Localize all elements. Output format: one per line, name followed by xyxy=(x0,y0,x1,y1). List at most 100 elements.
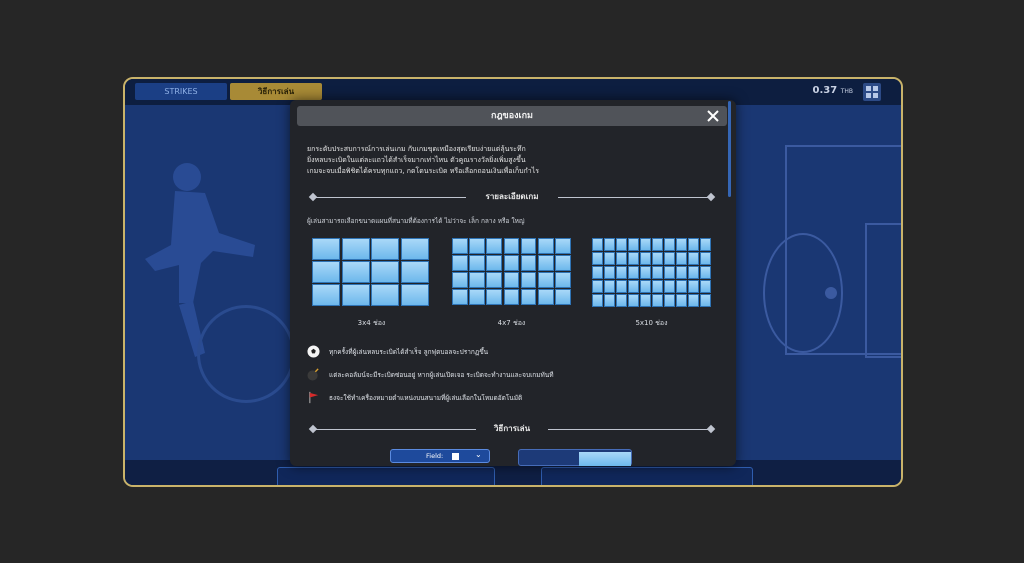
intro-line: เกมจะจบเมื่อพิชิตได้ครบทุกแถว, กดโดนระเบ… xyxy=(307,167,539,175)
grid-cell xyxy=(537,272,554,288)
grid-preview-4x7 xyxy=(452,238,571,305)
grid-cell xyxy=(664,238,675,251)
grid-cell xyxy=(486,255,503,271)
tab-strikes[interactable]: STRIKES xyxy=(135,83,227,100)
grid-cell xyxy=(652,238,663,251)
grid-cell xyxy=(628,252,639,265)
grid-cell xyxy=(520,272,537,288)
grid-cell xyxy=(486,272,503,288)
grid-cell xyxy=(628,266,639,279)
grid-cell xyxy=(688,294,699,307)
grid-cell xyxy=(452,289,468,305)
grid-cell xyxy=(640,280,651,293)
grid-cell xyxy=(452,255,468,271)
grid-cell xyxy=(486,289,503,305)
grid-cell xyxy=(616,280,627,293)
grid-caption: 3x4 ช่อง xyxy=(357,319,386,327)
grid-cell xyxy=(604,238,615,251)
details-subtitle: ผู้เล่นสามารถเลือกขนาดแผนที่สนามที่ต้องก… xyxy=(307,217,525,225)
grid-cell xyxy=(676,266,687,279)
grid-menu-icon-cell xyxy=(873,93,878,98)
grid-cell xyxy=(676,252,687,265)
modal-scrollbar[interactable] xyxy=(728,101,731,197)
grid-cell xyxy=(616,252,627,265)
grid-cell xyxy=(604,252,615,265)
grid-option-large xyxy=(592,238,711,307)
grid-cell xyxy=(537,238,554,254)
grid-cell xyxy=(312,284,340,306)
divider xyxy=(548,429,708,430)
intro-line: ยกระดับประสบการณ์การเล่นเกม กับเกมขุดเหม… xyxy=(307,145,526,153)
grid-cell xyxy=(664,294,675,307)
grid-cell xyxy=(371,261,399,283)
grid-cell xyxy=(341,238,370,260)
grid-caption: 4x7 ช่อง xyxy=(497,319,526,327)
grid-cell xyxy=(520,255,537,271)
legend-text: ทุกครั้งที่ผู้เล่นหลบระเบิดได้สำเร็จ ลูก… xyxy=(329,348,489,356)
grid-cell xyxy=(700,252,711,265)
grid-cell xyxy=(652,266,663,279)
tab-how-to-play[interactable]: วิธีการเล่น xyxy=(230,83,322,100)
grid-cell xyxy=(676,294,687,307)
grid-cell xyxy=(452,238,468,254)
grid-cell xyxy=(652,252,663,265)
grid-cell xyxy=(312,261,340,283)
grid-cell xyxy=(676,280,687,293)
grid-cell xyxy=(469,289,485,305)
grid-cell xyxy=(652,294,663,307)
field-penalty-spot xyxy=(825,287,837,299)
grid-cell xyxy=(592,280,603,293)
chevron-down-icon: ⌄ xyxy=(475,450,482,459)
bet-panel-right[interactable] xyxy=(541,467,753,485)
grid-cell xyxy=(592,266,603,279)
grid-preview-5x10 xyxy=(592,238,711,307)
grid-cell xyxy=(520,289,537,305)
grid-cell xyxy=(312,238,340,260)
balance-display: 0.37 THB xyxy=(813,85,853,96)
grid-cell xyxy=(628,280,639,293)
grid-cell xyxy=(555,272,571,288)
grid-cell xyxy=(652,280,663,293)
grid-cell xyxy=(469,238,485,254)
grid-cell xyxy=(688,252,699,265)
grid-cell xyxy=(555,255,571,271)
grid-cell xyxy=(604,294,615,307)
grid-cell xyxy=(341,261,370,283)
grid-cell xyxy=(616,266,627,279)
board-preview-cells xyxy=(579,452,631,466)
grid-menu-icon-cell xyxy=(866,93,871,98)
divider xyxy=(558,197,708,198)
field-size-swatch xyxy=(452,453,459,460)
grid-caption: 5x10 ช่อง xyxy=(635,319,668,327)
grid-cell xyxy=(628,238,639,251)
intro-line: ยิ่งหลบระเบิดในแต่ละแถวได้สำเร็จมากเท่าไ… xyxy=(307,156,526,164)
grid-option-small xyxy=(312,238,429,306)
bet-panel-left[interactable] xyxy=(277,467,495,485)
grid-cell xyxy=(604,280,615,293)
grid-cell xyxy=(616,294,627,307)
grid-cell xyxy=(688,238,699,251)
close-icon[interactable] xyxy=(705,108,721,124)
field-goal-box xyxy=(865,223,901,358)
grid-cell xyxy=(503,289,520,305)
board-preview xyxy=(518,449,632,466)
grid-cell xyxy=(640,294,651,307)
legend-text: แต่ละคอลัมน์จะมีระเบิดซ่อนอยู่ หากผู้เล่… xyxy=(329,371,554,379)
grid-menu-button[interactable] xyxy=(863,83,881,101)
grid-cell xyxy=(400,261,429,283)
grid-cell xyxy=(700,294,711,307)
grid-cell xyxy=(700,280,711,293)
bomb-icon xyxy=(307,368,319,381)
grid-cell xyxy=(503,238,520,254)
grid-cell xyxy=(616,238,627,251)
grid-cell xyxy=(688,266,699,279)
grid-cell xyxy=(400,284,429,306)
grid-cell xyxy=(628,294,639,307)
grid-cell xyxy=(503,255,520,271)
grid-cell xyxy=(592,238,603,251)
grid-cell xyxy=(371,238,399,260)
grid-cell xyxy=(604,266,615,279)
intro-text: ยกระดับประสบการณ์การเล่นเกม กับเกมขุดเหม… xyxy=(307,144,717,177)
grid-cell xyxy=(503,272,520,288)
grid-cell xyxy=(452,272,468,288)
